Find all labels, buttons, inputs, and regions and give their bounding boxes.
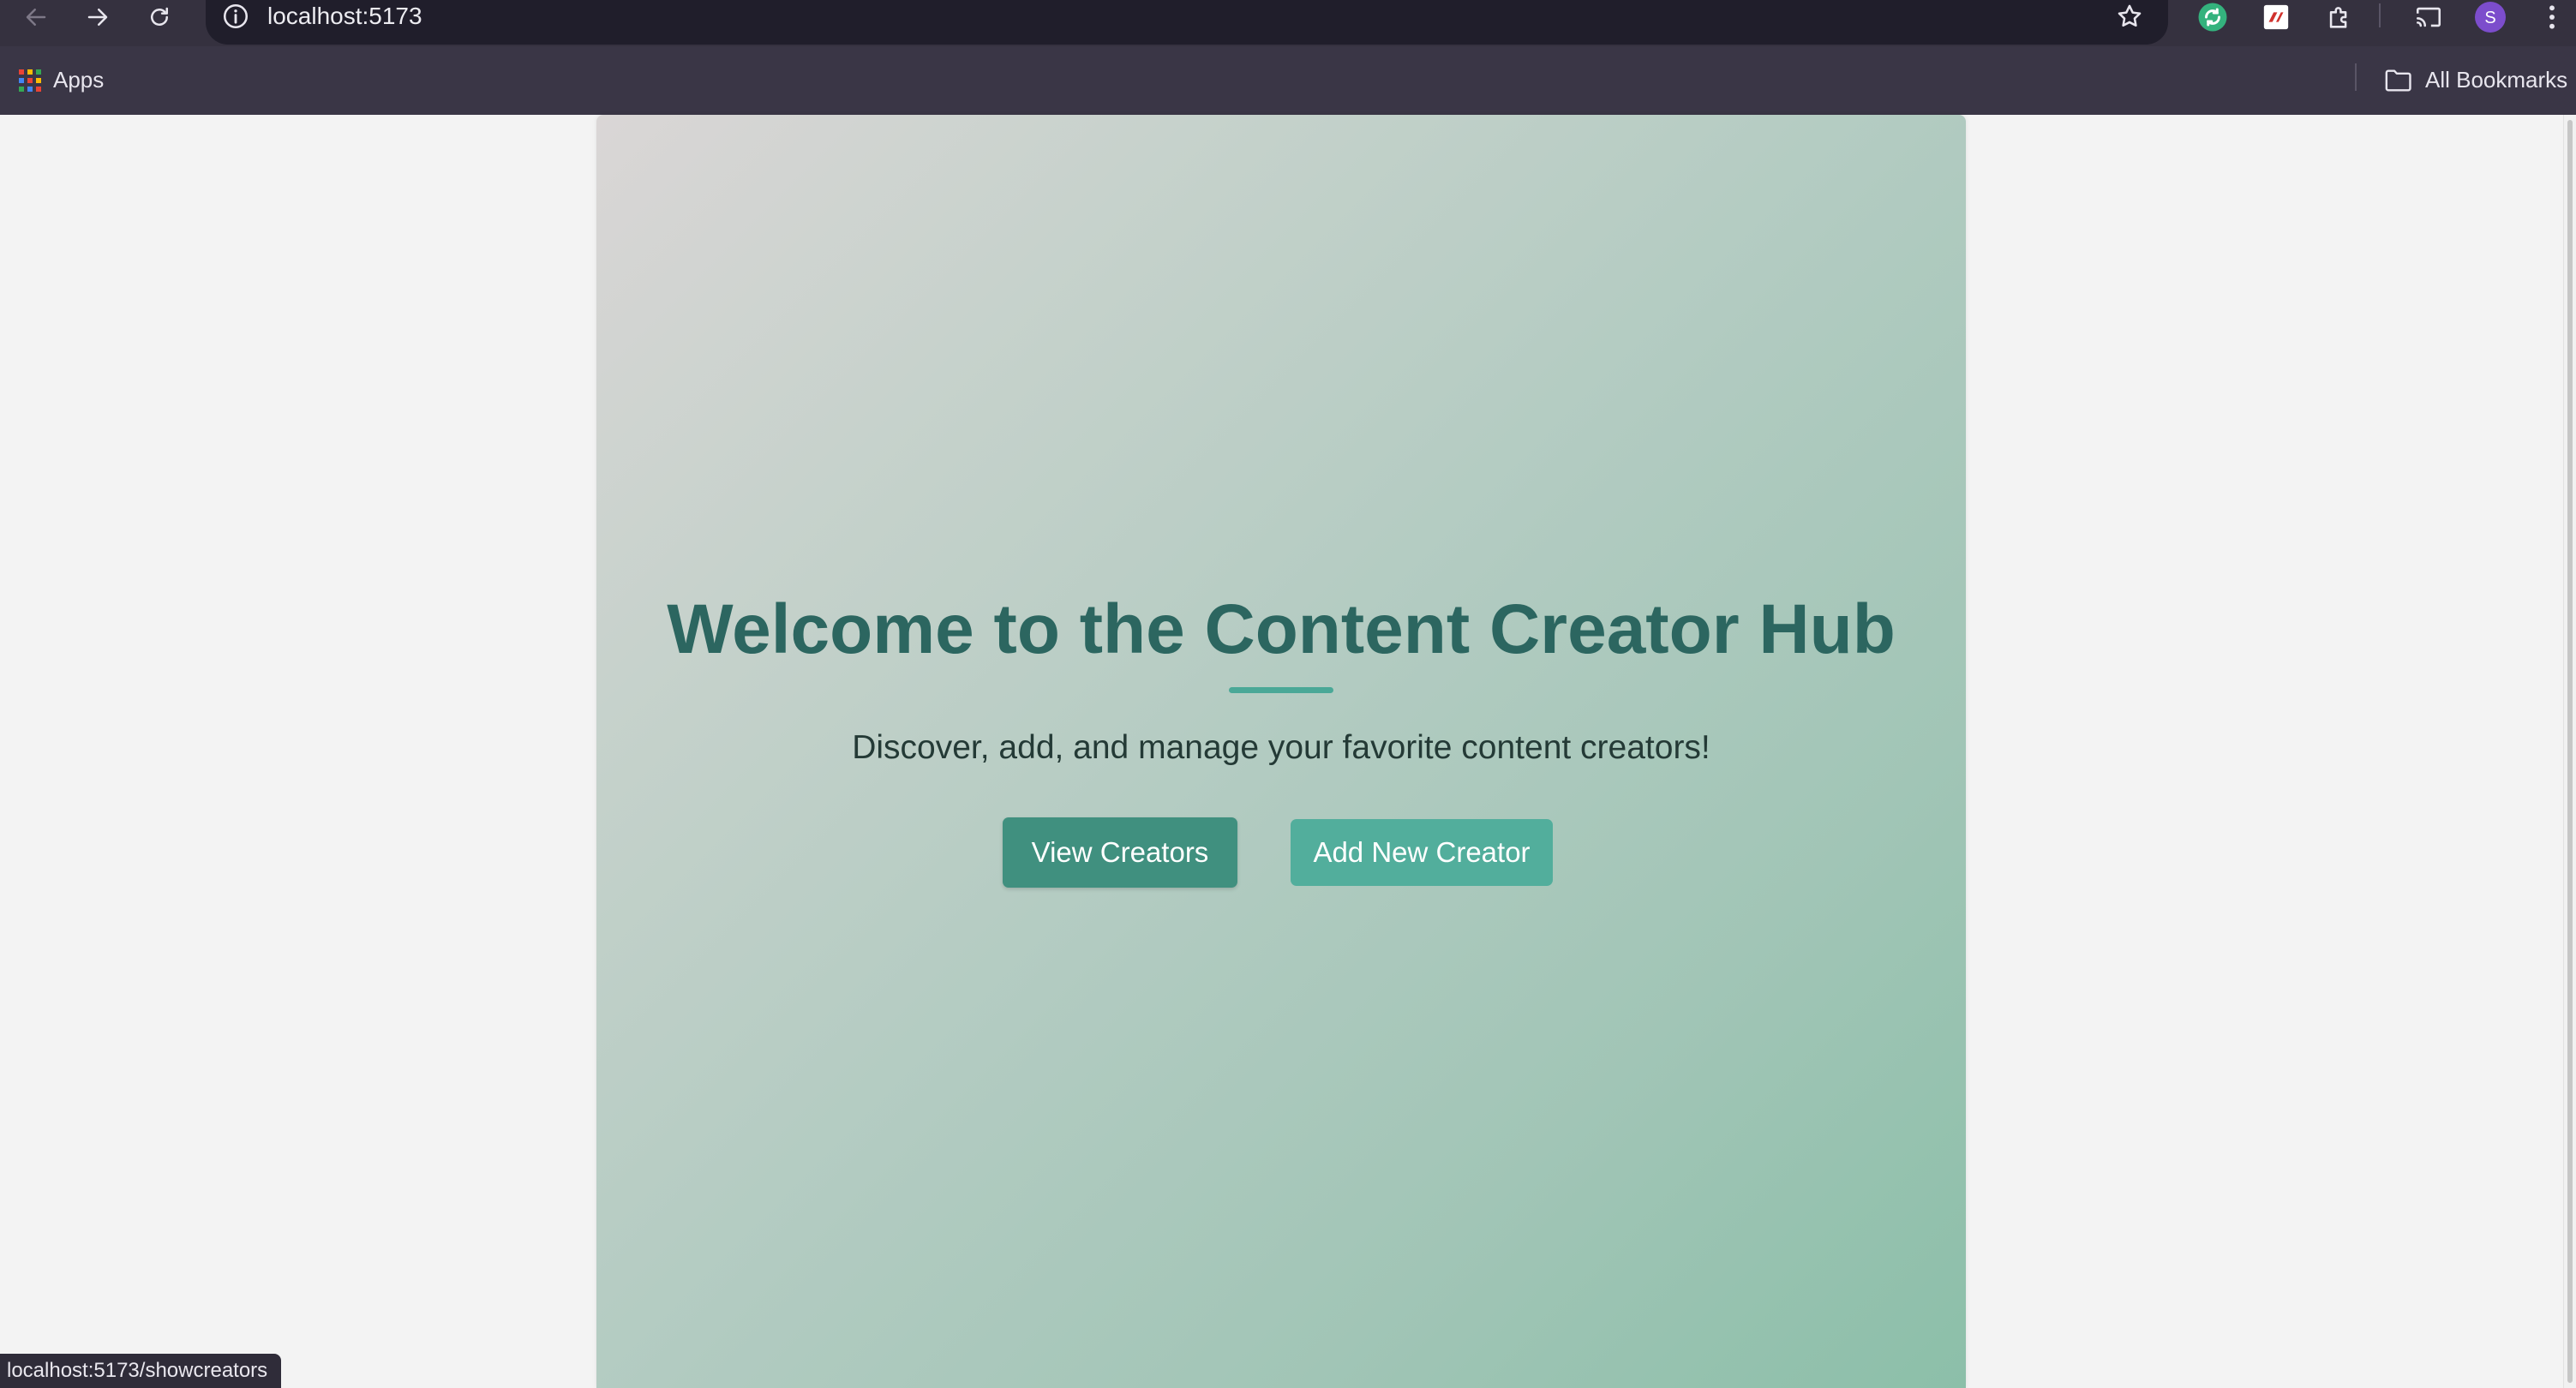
page-subtitle: Discover, add, and manage your favorite …	[852, 729, 1710, 766]
page-scrollbar[interactable]	[2563, 115, 2576, 1388]
toolbar-divider	[2379, 3, 2381, 27]
extension-pdf-icon	[2263, 4, 2289, 30]
view-creators-button[interactable]: View Creators	[1003, 817, 1237, 888]
apps-grid-icon	[19, 69, 41, 92]
hero-section: Welcome to the Content Creator Hub Disco…	[596, 115, 1966, 1388]
cast-icon	[2416, 7, 2441, 27]
info-icon[interactable]	[221, 2, 250, 31]
browser-menu-button[interactable]	[2537, 0, 2567, 34]
forward-icon	[87, 9, 108, 26]
address-bar[interactable]: localhost:5173	[206, 0, 2168, 45]
reload-icon	[151, 7, 168, 26]
menu-dots-icon	[2549, 5, 2555, 29]
apps-label: Apps	[53, 67, 105, 93]
folder-icon	[2385, 69, 2411, 92]
page-title: Welcome to the Content Creator Hub	[667, 590, 1896, 668]
cast-button[interactable]	[2411, 0, 2446, 34]
forward-button[interactable]	[72, 0, 123, 34]
extension-sync-button[interactable]	[2196, 0, 2230, 34]
add-new-creator-button[interactable]: Add New Creator	[1291, 819, 1553, 886]
all-bookmarks-button[interactable]: All Bookmarks	[2384, 67, 2567, 93]
profile-button[interactable]: S	[2473, 0, 2507, 34]
extensions-puzzle-icon	[2329, 7, 2347, 28]
bookmark-star-icon[interactable]	[2115, 2, 2144, 31]
scrollbar-thumb[interactable]	[2567, 120, 2573, 1383]
url-text[interactable]: localhost:5173	[267, 0, 422, 33]
profile-avatar: S	[2475, 2, 2506, 33]
extension-sync-icon	[2198, 3, 2227, 32]
back-button[interactable]	[10, 0, 62, 34]
extension-pdf-button[interactable]	[2259, 0, 2293, 34]
bookmarks-divider	[2355, 63, 2357, 91]
browser-window: localhost:5173 S Apps All Bookmarks Welc…	[0, 0, 2576, 1388]
link-status-bubble: localhost:5173/showcreators	[0, 1354, 282, 1388]
back-icon	[26, 9, 46, 26]
bookmarks-bar: Apps All Bookmarks	[0, 46, 2576, 115]
extensions-button[interactable]	[2322, 0, 2357, 34]
page-viewport: Welcome to the Content Creator Hub Disco…	[0, 115, 2576, 1388]
reload-button[interactable]	[134, 0, 185, 34]
svg-text:S: S	[2484, 9, 2495, 27]
title-underline	[1229, 687, 1333, 693]
all-bookmarks-label: All Bookmarks	[2425, 67, 2568, 93]
bookmark-apps[interactable]: Apps	[19, 67, 104, 93]
browser-toolbar: localhost:5173 S	[0, 0, 2576, 46]
